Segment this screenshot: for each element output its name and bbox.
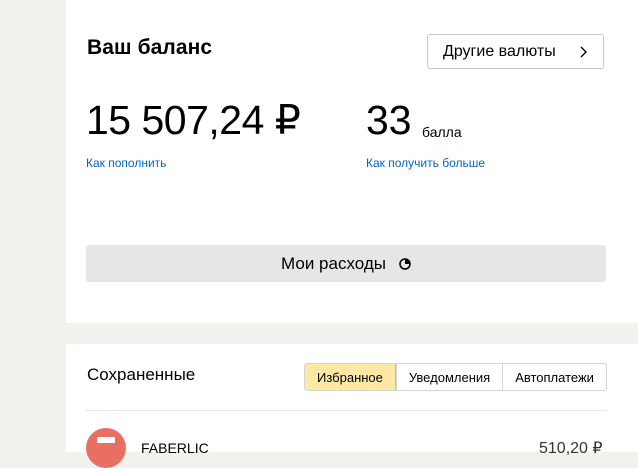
points-unit: балла xyxy=(422,124,462,140)
points-value: 33 xyxy=(366,97,412,143)
saved-title: Сохраненные xyxy=(87,365,196,384)
balance-title: Ваш баланс xyxy=(87,36,213,59)
tab-favorites[interactable]: Избранное xyxy=(304,364,396,390)
other-currencies-label: Другие валюты xyxy=(443,42,556,60)
saved-card: Сохраненные Избранное Уведомления Автопл… xyxy=(66,344,638,468)
balance-amount: 15 507,24 ₽ xyxy=(86,97,301,143)
other-currencies-button[interactable]: Другие валюты xyxy=(427,34,604,69)
bank-card-icon xyxy=(86,428,126,468)
balance-card: Ваш баланс Другие валюты 15 507,24 ₽ Как… xyxy=(66,0,638,323)
merchant-name: FABERLIC xyxy=(141,440,209,456)
divider xyxy=(86,410,606,411)
saved-tabs: Избранное Уведомления Автоплатежи xyxy=(304,363,607,391)
chevron-right-icon xyxy=(580,46,587,58)
pie-chart-icon xyxy=(399,257,411,270)
tab-autopayments[interactable]: Автоплатежи xyxy=(502,364,606,390)
my-expenses-label: Мои расходы xyxy=(281,253,386,273)
merchant-amount: 510,20 ₽ xyxy=(539,440,603,457)
earn-more-link[interactable]: Как получить больше xyxy=(366,156,485,170)
tab-notifications[interactable]: Уведомления xyxy=(395,364,503,390)
my-expenses-button[interactable]: Мои расходы xyxy=(86,245,606,282)
topup-link[interactable]: Как пополнить xyxy=(86,156,166,170)
